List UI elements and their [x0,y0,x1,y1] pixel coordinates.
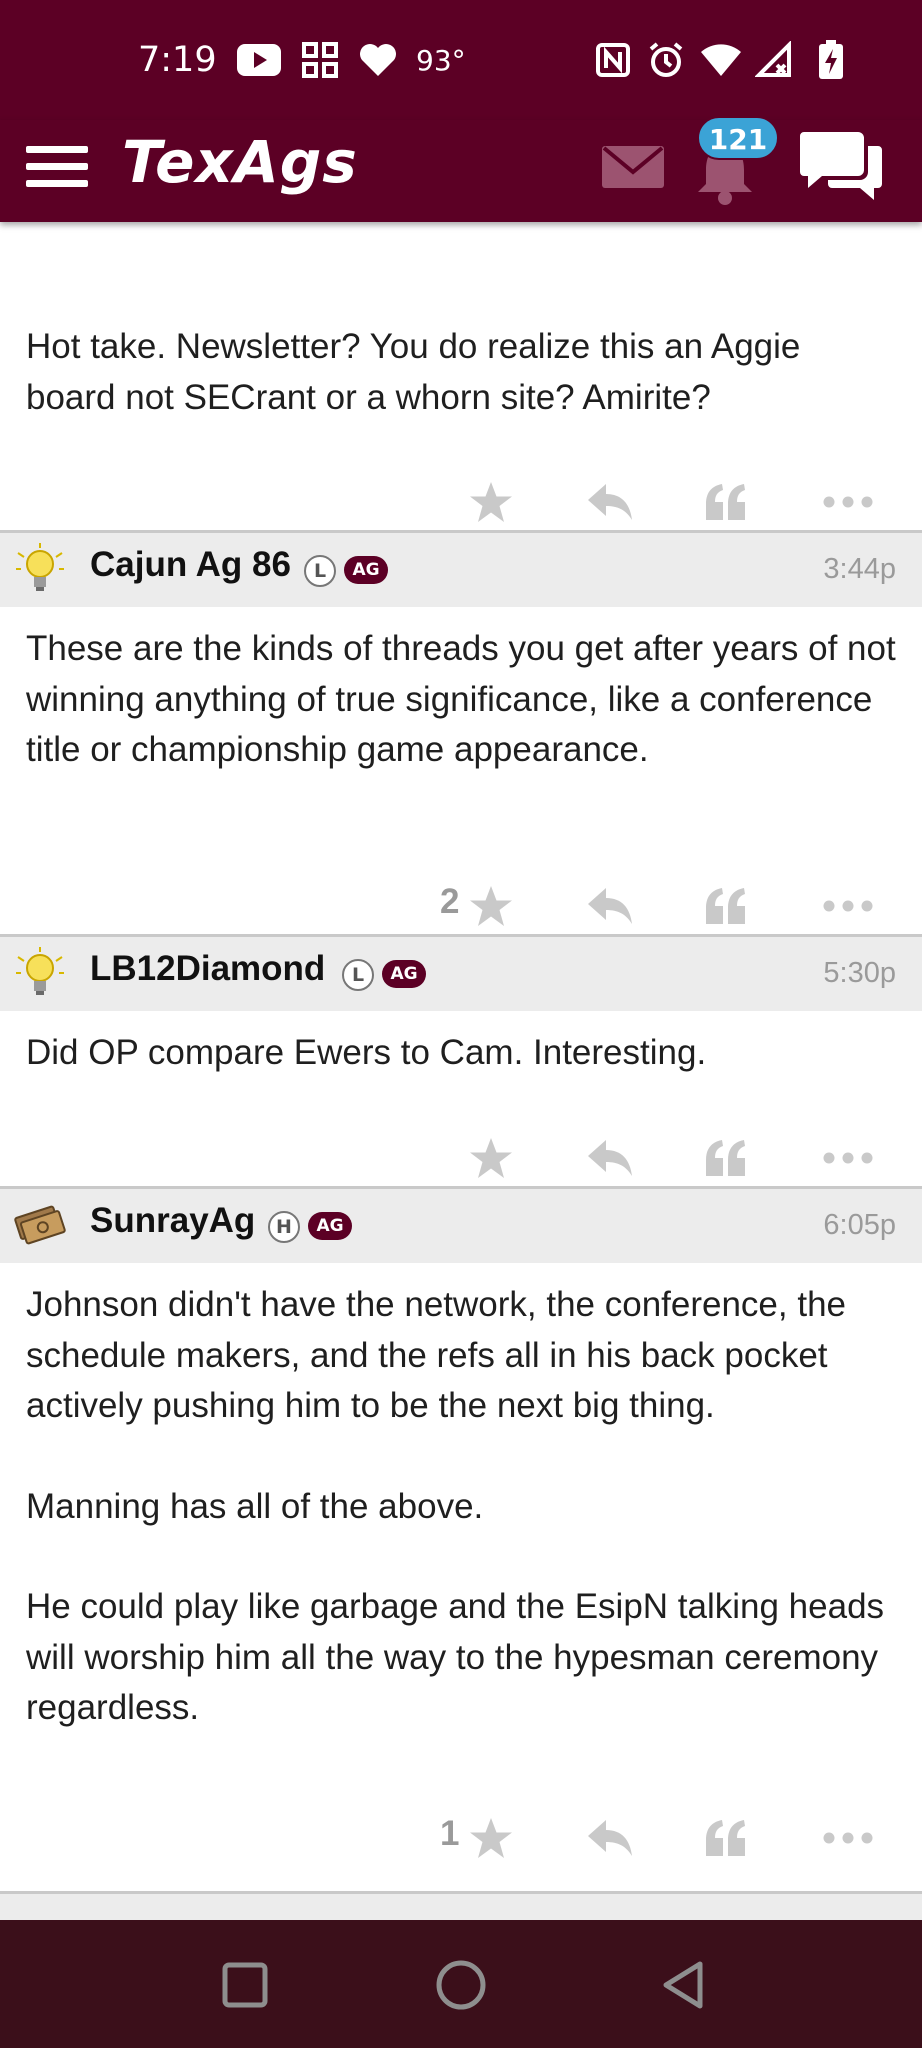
nfc-icon [594,40,632,80]
quote-icon[interactable] [696,876,756,936]
post-body: These are the kinds of threads you get a… [0,624,922,776]
user-status-badge: H [268,1211,300,1243]
chat-icon[interactable] [798,126,884,202]
post-username[interactable]: LB12Diamond [90,949,325,989]
recents-button[interactable] [210,1950,280,2020]
lightbulb-icon[interactable] [12,541,68,597]
post-time: 6:05p [823,1209,896,1241]
post-body: Did OP compare Ewers to Cam. Interesting… [0,1028,922,1079]
heart-icon [356,40,400,80]
status-bar: 7:19 93° [0,0,922,120]
status-time: 7:19 [138,40,217,80]
user-status-badge: L [304,555,336,587]
next-post-header [0,1894,922,1920]
system-navigation-bar [0,1920,922,2048]
lightbulb-icon[interactable] [12,945,68,1001]
site-logo[interactable]: TexAgs [122,128,358,196]
post-header: Cajun Ag 86 L AG 3:44p [0,533,922,607]
quote-icon[interactable] [696,1808,756,1868]
post-paragraph: Manning has all of the above. [26,1486,484,1526]
wifi-icon [698,40,744,80]
star-icon[interactable] [464,876,518,936]
app-bar: TexAgs 121 [0,116,922,222]
alarm-icon [646,40,686,80]
reply-icon[interactable] [580,1808,640,1868]
widgets-icon [300,40,340,80]
cash-icon[interactable] [12,1197,68,1253]
post-time: 3:44p [823,553,896,585]
reply-icon[interactable] [580,1128,640,1188]
star-count: 1 [440,1814,460,1853]
reply-icon[interactable] [580,876,640,936]
signal-icon [754,40,794,80]
post-text: Hot take. Newsletter? You do realize thi… [26,327,801,417]
youtube-icon [236,40,282,80]
more-options-icon[interactable] [820,472,876,532]
more-options-icon[interactable] [820,1808,876,1868]
ag-badge: AG [308,1212,352,1240]
post-text: These are the kinds of threads you get a… [26,629,896,769]
status-temperature: 93° [416,44,466,77]
ag-badge: AG [344,556,388,584]
post-actions: 1 [0,1808,922,1868]
more-options-icon[interactable] [820,876,876,936]
star-icon[interactable] [464,1808,518,1868]
post-body: Johnson didn't have the network, the con… [0,1280,922,1734]
back-button[interactable] [650,1950,720,2020]
hamburger-menu-icon[interactable] [24,134,90,194]
star-icon[interactable] [464,472,518,532]
mail-icon[interactable] [600,140,666,192]
more-options-icon[interactable] [820,1128,876,1188]
post-actions [0,472,922,532]
quote-icon[interactable] [696,472,756,532]
star-count: 2 [440,882,460,921]
post-paragraph: Johnson didn't have the network, the con… [26,1285,847,1425]
thread-feed[interactable]: Hot take. Newsletter? You do realize thi… [0,222,922,1920]
post-header: LB12Diamond L AG 5:30p [0,937,922,1011]
reply-icon[interactable] [580,472,640,532]
post-body: Hot take. Newsletter? You do realize thi… [0,322,922,423]
post-actions [0,1128,922,1188]
notification-count-badge[interactable]: 121 [697,116,779,160]
home-button[interactable] [426,1950,496,2020]
battery-charging-icon [816,40,846,80]
post-time: 5:30p [823,957,896,989]
post-actions: 2 [0,876,922,936]
star-icon[interactable] [464,1128,518,1188]
post-paragraph: He could play like garbage and the EsipN… [26,1587,885,1727]
post-username[interactable]: Cajun Ag 86 [90,545,291,585]
post-text: Did OP compare Ewers to Cam. Interesting… [26,1033,707,1072]
ag-badge: AG [382,960,426,988]
post-header: SunrayAg H AG 6:05p [0,1189,922,1263]
user-status-badge: L [342,959,374,991]
post-username[interactable]: SunrayAg [90,1201,255,1241]
quote-icon[interactable] [696,1128,756,1188]
